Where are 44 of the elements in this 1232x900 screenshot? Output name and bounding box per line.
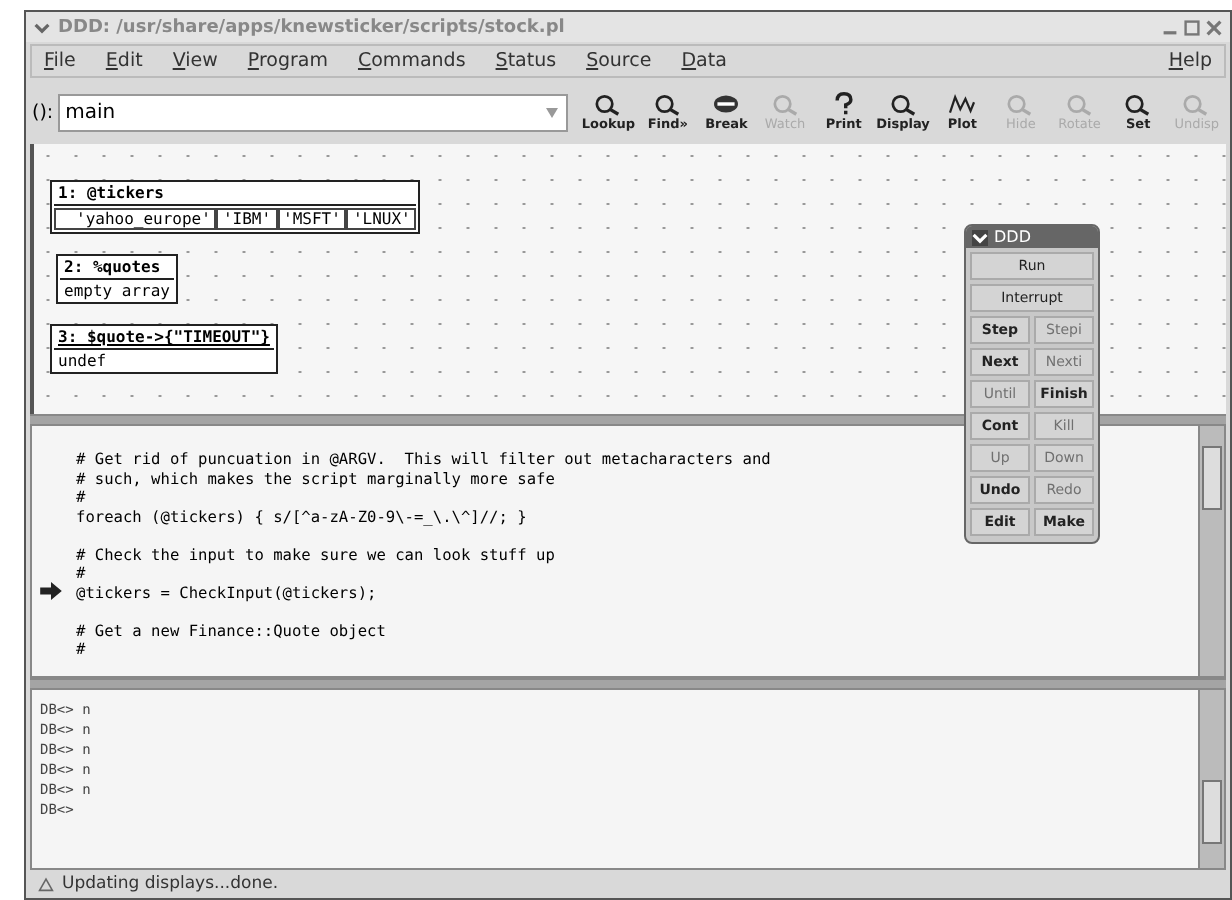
- stop-sign-icon: [712, 92, 741, 116]
- triangle-icon: [38, 876, 54, 892]
- toolbar-icon: [594, 92, 623, 116]
- menu-item[interactable]: Commands: [357, 50, 466, 72]
- plot-icon: [948, 92, 977, 116]
- data-display-node[interactable]: 3: $quote->{"TIMEOUT"} undef: [50, 324, 278, 374]
- panel-title: DDD: [994, 228, 1031, 246]
- close-icon[interactable]: [1206, 19, 1222, 35]
- window-menu-icon[interactable]: [34, 19, 50, 35]
- scrollbar[interactable]: [1198, 426, 1224, 676]
- dropdown-icon[interactable]: [544, 104, 561, 120]
- question-mark-icon: [829, 92, 858, 116]
- display-title: 1: @tickers: [54, 182, 417, 206]
- toolbar-icon: [1182, 92, 1211, 116]
- toolbar-icon: [889, 92, 917, 116]
- menu-item[interactable]: Data: [681, 50, 727, 72]
- scrollbar[interactable]: [1198, 690, 1224, 868]
- display-title: 3: $quote->{"TIMEOUT"}: [54, 326, 274, 350]
- display-value: 'MSFT': [277, 208, 347, 230]
- menu-item[interactable]: File: [44, 50, 76, 72]
- chevron-icon[interactable]: [972, 229, 988, 245]
- menu-item[interactable]: Status: [495, 50, 557, 72]
- data-display-node[interactable]: 1: @tickers 'yahoo_europe' 'IBM' 'MSFT' 'LNUX': [50, 180, 421, 234]
- menu-item[interactable]: Edit: [105, 50, 143, 72]
- display-value: 'yahoo_europe': [54, 208, 217, 230]
- menu-item[interactable]: Program: [247, 50, 328, 72]
- argument-label: ():: [32, 101, 54, 123]
- menu-item[interactable]: Source: [586, 50, 652, 72]
- display-value: undef: [56, 352, 109, 370]
- toolbar-icon: [1006, 92, 1035, 116]
- maximize-icon[interactable]: [1184, 19, 1200, 35]
- argument-field[interactable]: main: [57, 93, 569, 131]
- status-message: Updating displays...done.: [62, 874, 279, 894]
- display-value: 'IBM': [216, 208, 278, 230]
- menu-item[interactable]: View: [172, 50, 218, 72]
- window-title: DDD: /usr/share/apps/knewsticker/scripts/stock.pl: [58, 17, 565, 37]
- data-display-node[interactable]: 2: %quotes empty array: [56, 254, 178, 304]
- toolbar-icon: [1065, 92, 1094, 116]
- toolbar-icon: [771, 92, 800, 116]
- display-title: 2: %quotes: [60, 256, 174, 280]
- display-value: 'LNUX': [346, 208, 417, 230]
- toolbar-icon: [1124, 92, 1153, 116]
- menu-item[interactable]: Help: [1168, 50, 1212, 72]
- display-value: empty array: [62, 282, 172, 300]
